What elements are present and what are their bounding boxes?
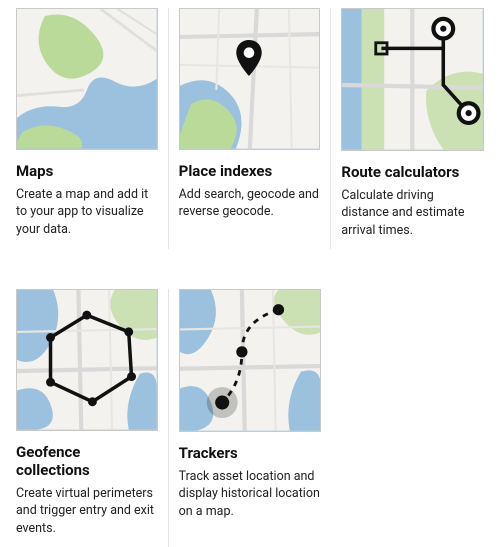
card-desc: Calculate driving distance and estimate … bbox=[341, 187, 484, 240]
map-icon bbox=[17, 290, 157, 430]
thumbnail-route-calculators bbox=[341, 8, 484, 151]
thumbnail-trackers bbox=[179, 289, 322, 432]
card-maps[interactable]: Maps Create a map and add it to your app… bbox=[6, 8, 169, 249]
pin-icon bbox=[236, 40, 262, 76]
card-place-indexes[interactable]: Place indexes Add search, geocode and re… bbox=[169, 8, 332, 249]
card-title: Geofence collections bbox=[16, 443, 158, 479]
thumbnail-geofence-collections bbox=[16, 289, 158, 431]
card-desc: Create a map and add it to your app to v… bbox=[16, 186, 158, 239]
card-route-calculators[interactable]: Route calculators Calculate driving dist… bbox=[331, 8, 494, 249]
card-geofence-collections[interactable]: Geofence collections Create virtual peri… bbox=[6, 289, 169, 547]
map-icon bbox=[180, 9, 320, 149]
map-icon bbox=[180, 290, 321, 431]
map-icon bbox=[342, 9, 483, 150]
thumbnail-place-indexes bbox=[179, 8, 321, 150]
card-trackers[interactable]: Trackers Track asset location and displa… bbox=[169, 289, 332, 547]
card-title: Maps bbox=[16, 162, 158, 180]
card-desc: Track asset location and display histori… bbox=[179, 468, 322, 521]
card-title: Trackers bbox=[179, 444, 322, 462]
card-desc: Create virtual perimeters and trigger en… bbox=[16, 485, 158, 538]
thumbnail-maps bbox=[16, 8, 158, 150]
card-desc: Add search, geocode and reverse geocode. bbox=[179, 186, 321, 221]
card-title: Place indexes bbox=[179, 162, 321, 180]
resource-card-grid: Maps Create a map and add it to your app… bbox=[6, 8, 494, 547]
map-icon bbox=[17, 9, 157, 149]
card-title: Route calculators bbox=[341, 163, 484, 181]
